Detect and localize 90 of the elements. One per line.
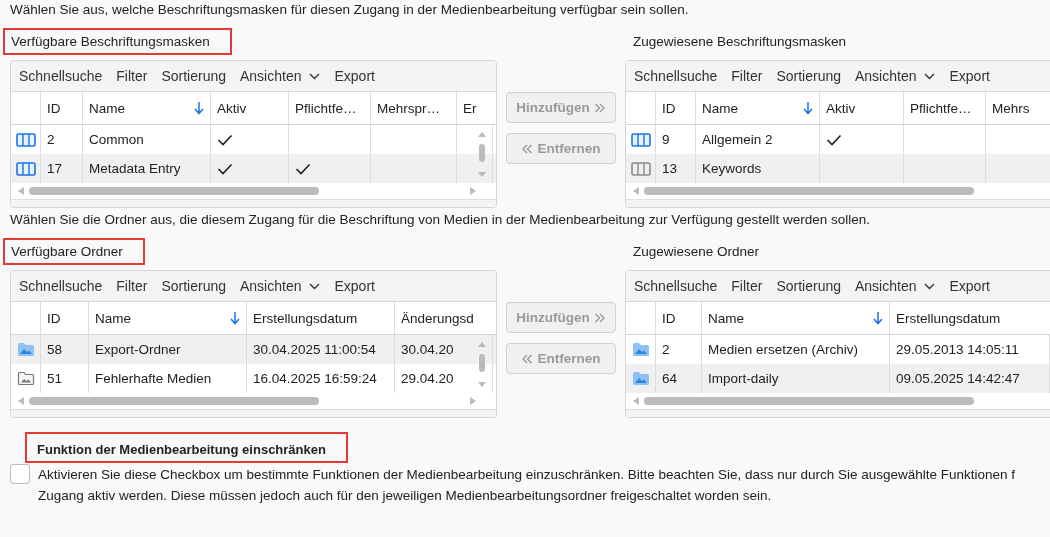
sort-arrow-icon	[873, 311, 883, 325]
column-header[interactable]: Name	[702, 302, 890, 334]
column-header[interactable]: Aktiv	[211, 92, 289, 124]
section-title: Verfügbare Ordner	[3, 237, 145, 265]
column-header[interactable]: Erstellungsdatum	[890, 302, 1050, 334]
column-header[interactable]: Name	[89, 302, 247, 334]
column-header[interactable]: ID	[41, 302, 89, 334]
table-cell: 2	[47, 132, 55, 147]
toolbar-button[interactable]: Export	[329, 275, 380, 297]
chevron-down-icon	[309, 282, 321, 290]
toolbar-button[interactable]: Filter	[111, 275, 153, 297]
table-cell: Fehlerhafte Medien	[95, 371, 212, 386]
double-chevron-right-icon	[593, 101, 606, 114]
description-text: Zugang aktiv werden. Diese müssen jedoch auch für den jeweiligen Medienbearbeitungsordner freigeschaltet worden sein.	[38, 487, 773, 505]
table-cell: 2	[662, 342, 670, 357]
double-chevron-right-icon	[593, 311, 606, 324]
toolbar-button[interactable]: Export	[944, 65, 995, 87]
column-header[interactable]: Änderungsd	[395, 302, 493, 334]
instruction-text: Wählen Sie aus, welche Beschriftungsmasken für diesen Zugang in der Medienbearbeitung verfügbar sein sollen.	[9, 1, 690, 19]
column-header[interactable]: Mehrspr…	[371, 92, 457, 124]
table-cell: Allgemein 2	[702, 132, 773, 147]
chevron-down-icon	[309, 72, 321, 80]
checkbox[interactable]	[10, 464, 30, 484]
section-title: Funktion der Medienbearbeitung einschränken	[25, 432, 348, 463]
toolbar-button[interactable]: Filter	[726, 65, 768, 87]
table-row[interactable]: 64 Import-daily 09.05.2025 14:42:47	[626, 364, 1050, 393]
toolbar-button[interactable]: Schnellsuche	[629, 275, 723, 297]
column-header[interactable]: ID	[656, 92, 696, 124]
column-header[interactable]: Pflichtfe…	[904, 92, 986, 124]
column-header[interactable]: ID	[656, 302, 702, 334]
chevron-down-icon	[924, 282, 936, 290]
column-header[interactable]: ID	[41, 92, 83, 124]
table-cell: 58	[47, 342, 63, 357]
toolbar-button[interactable]: Export	[329, 65, 380, 87]
column-header[interactable]: Pflichtfe…	[289, 92, 371, 124]
table-cell: 64	[662, 371, 678, 386]
double-chevron-left-icon	[521, 142, 534, 155]
section-title: Verfügbare Beschriftungsmasken	[3, 27, 232, 55]
views-menu-button[interactable]: Ansichten	[850, 275, 941, 297]
checkmark-icon	[295, 162, 311, 175]
views-menu-button[interactable]: Ansichten	[235, 275, 326, 297]
table-row[interactable]: 58 Export-Ordner 30.04.2025 11:00:54 30.04.20	[11, 335, 496, 364]
column-header[interactable]: Aktiv	[820, 92, 904, 124]
column-header[interactable]: Mehrs	[986, 92, 1050, 124]
table-cell: 09.05.2025 14:42:47	[896, 371, 1020, 386]
table-cell: Metadata Entry	[89, 161, 181, 176]
toolbar-button[interactable]: Schnellsuche	[629, 65, 723, 87]
section-title: Zugewiesene Ordner	[632, 242, 761, 261]
table-cell: Medien ersetzen (Archiv)	[708, 342, 859, 357]
toolbar-button[interactable]: Sortierung	[156, 275, 231, 297]
table-cell: 16.04.2025 16:59:24	[253, 371, 377, 386]
toolbar-button[interactable]: Sortierung	[156, 65, 231, 87]
table-row[interactable]: 17 Metadata Entry	[11, 154, 496, 183]
checkmark-icon	[217, 162, 233, 175]
toolbar-button[interactable]: Sortierung	[771, 275, 846, 297]
instruction-text: Wählen Sie die Ordner aus, die diesem Zugang für die Beschriftung von Medien in der Medienbearbeitung zur Verfügung gestellt werden sollen.	[9, 211, 871, 229]
toolbar-button[interactable]: Schnellsuche	[14, 275, 108, 297]
views-menu-button[interactable]: Ansichten	[235, 65, 326, 87]
table-cell: Import-daily	[708, 371, 779, 386]
table-cell: 51	[47, 371, 63, 386]
description-text: Aktivieren Sie diese Checkbox um bestimmte Funktionen der Medienbearbeitung einzuschränken. Bitte beachten Sie, dass nur durch Sie ausgewählte Funktionen f	[38, 466, 1016, 484]
toolbar-button[interactable]: Sortierung	[771, 65, 846, 87]
toolbar-button[interactable]: Schnellsuche	[14, 65, 108, 87]
toolbar-button[interactable]: Filter	[111, 65, 153, 87]
table-cell: Export-Ordner	[95, 342, 181, 357]
double-chevron-left-icon	[521, 352, 534, 365]
table-cell: Keywords	[702, 161, 762, 176]
table-cell: 30.04.20	[401, 342, 454, 357]
checkmark-icon	[217, 133, 233, 146]
sort-arrow-icon	[803, 101, 813, 115]
column-header[interactable]: Name	[696, 92, 820, 124]
table-cell: 9	[662, 132, 670, 147]
table-cell: Common	[89, 132, 144, 147]
table-cell: 17	[47, 161, 63, 176]
column-header[interactable]: Name	[83, 92, 211, 124]
toolbar-button[interactable]: Export	[944, 275, 995, 297]
sort-arrow-icon	[230, 311, 240, 325]
section-title: Zugewiesene Beschriftungsmasken	[632, 32, 848, 51]
toolbar-button[interactable]: Filter	[726, 275, 768, 297]
chevron-down-icon	[924, 72, 936, 80]
views-menu-button[interactable]: Ansichten	[850, 65, 941, 87]
table-cell: 29.05.2013 14:05:11	[896, 342, 1019, 357]
table-cell: 13	[662, 161, 678, 176]
table-cell: 29.04.20	[401, 371, 454, 386]
checkmark-icon	[826, 133, 842, 146]
sort-arrow-icon	[194, 101, 204, 115]
column-header[interactable]: Erstellungsdatum	[247, 302, 395, 334]
column-header[interactable]: Er	[457, 92, 493, 124]
table-cell: 30.04.2025 11:00:54	[253, 342, 376, 357]
table-row[interactable]: 13 Keywords	[626, 154, 1050, 183]
